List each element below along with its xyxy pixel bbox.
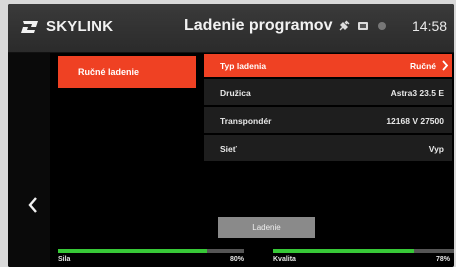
setting-value: Ručné	[410, 61, 436, 71]
setting-label: Družica	[220, 88, 251, 98]
chevron-left-icon[interactable]	[26, 195, 40, 215]
signal-quality-value: 78%	[436, 256, 451, 263]
settings-list: Typ ladenia Ručné Družica Astra3 23.5 E …	[204, 54, 452, 163]
record-dot-icon	[378, 22, 386, 30]
header-bar: SKYLINK Ladenie programov 14:58	[8, 4, 454, 53]
signal-quality-bar	[273, 249, 454, 253]
brand-name: SKYLINK	[46, 18, 114, 35]
tv-screen: SKYLINK Ladenie programov 14:58 Ručné la…	[8, 4, 454, 267]
signal-strength-value: 80%	[230, 256, 245, 263]
status-icons	[338, 20, 388, 32]
setting-row-satellite[interactable]: Družica Astra3 23.5 E	[204, 79, 452, 105]
page-title: Ladenie programov	[184, 17, 333, 34]
left-nav-strip	[8, 53, 50, 267]
plug-icon	[339, 20, 350, 31]
signal-strength-bar	[58, 249, 244, 253]
skylink-logo-icon	[21, 20, 38, 33]
menu-item-manual-tuning[interactable]: Ručné ladenie	[58, 56, 196, 88]
setting-value: Vyp	[428, 144, 444, 154]
signal-strength-fill	[58, 249, 207, 253]
chevron-right-icon	[442, 60, 449, 71]
card-icon	[358, 22, 368, 30]
setting-row-tuning-type[interactable]: Typ ladenia Ručné	[204, 54, 452, 77]
scan-button[interactable]: Ladenie	[218, 217, 315, 238]
signal-quality-label: Kvalita	[273, 256, 296, 263]
setting-row-network[interactable]: Sieť Vyp	[204, 135, 452, 161]
setting-value: Astra3 23.5 E	[390, 88, 444, 98]
setting-row-transponder[interactable]: Transpondér 12168 V 27500	[204, 107, 452, 133]
setting-value: 12168 V 27500	[386, 116, 444, 126]
setting-label: Typ ladenia	[220, 61, 267, 71]
setting-label: Transpondér	[220, 116, 272, 126]
signal-quality-fill	[273, 249, 415, 253]
brand-logo: SKYLINK	[20, 18, 113, 35]
signal-strength-label: Sila	[58, 256, 71, 263]
clock: 14:58	[412, 18, 448, 34]
setting-label: Sieť	[220, 144, 237, 154]
